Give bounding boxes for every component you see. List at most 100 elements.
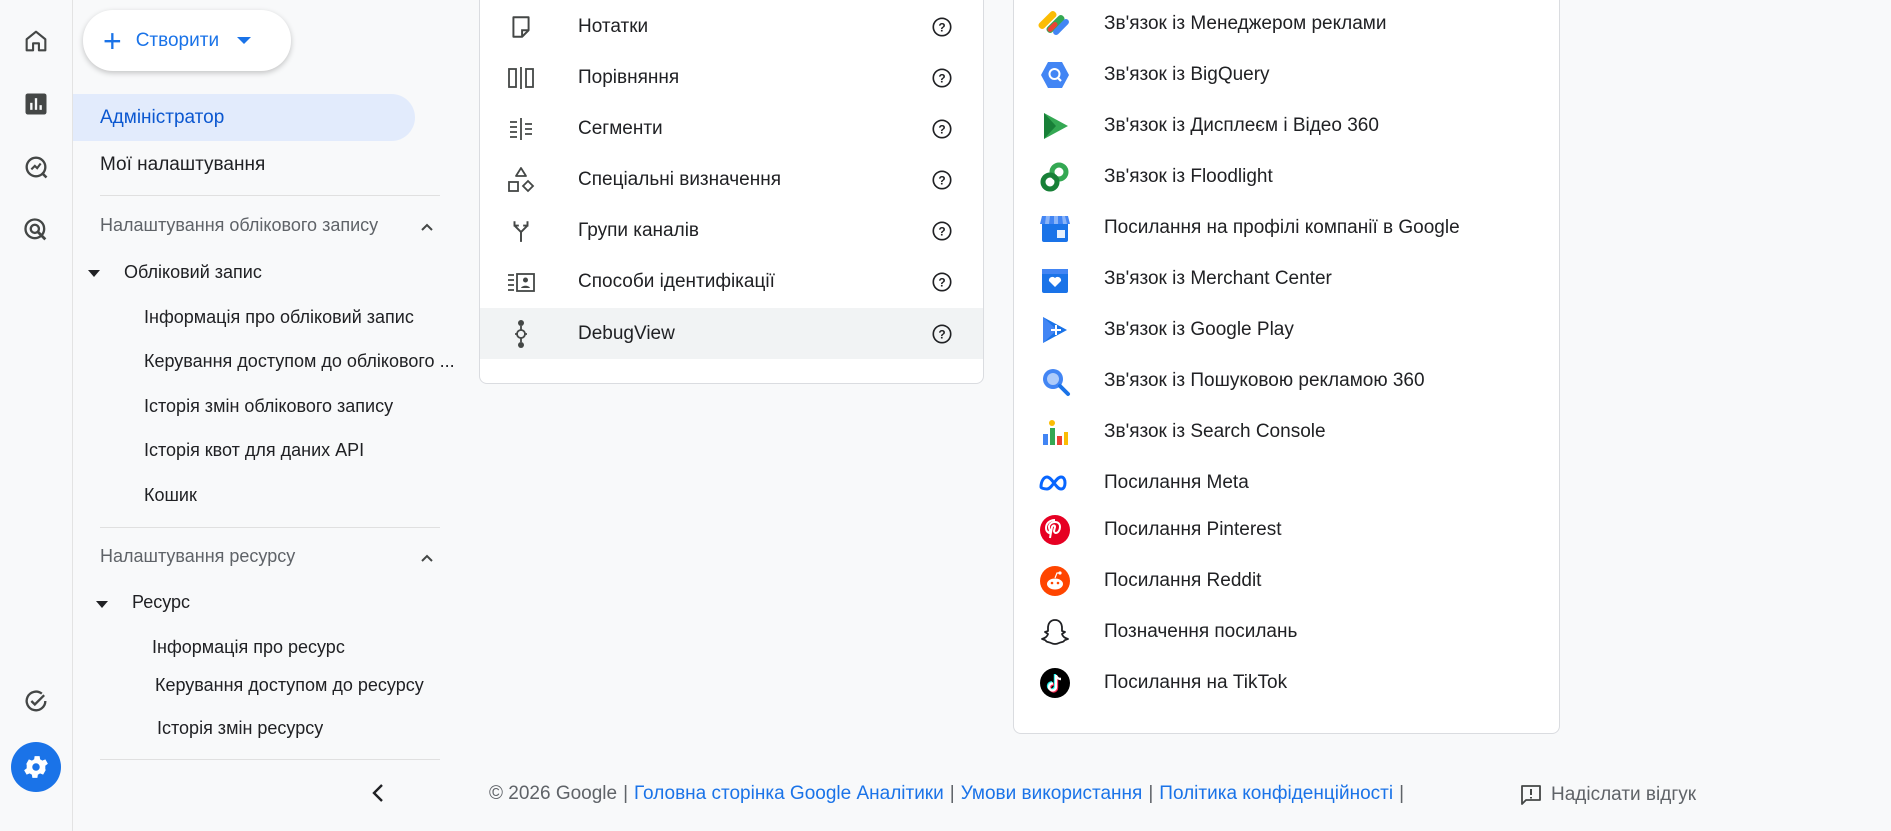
list-item-tiktok-link[interactable]: Посилання на TikTok bbox=[1014, 663, 1559, 703]
list-item-custom-definitions[interactable]: Спеціальні визначення ? bbox=[480, 154, 983, 205]
checkmark-circle-icon[interactable] bbox=[16, 681, 56, 721]
list-item-pinterest-link[interactable]: Посилання Pinterest bbox=[1014, 510, 1559, 550]
list-item-comparisons[interactable]: Порівняння ? bbox=[480, 52, 983, 103]
help-icon[interactable]: ? bbox=[931, 169, 953, 191]
caret-down-icon[interactable] bbox=[88, 270, 100, 277]
nav-item-admin[interactable]: Адміністратор bbox=[73, 94, 415, 141]
advertising-icon[interactable] bbox=[16, 210, 56, 250]
admin-gear-icon[interactable] bbox=[11, 742, 61, 792]
feedback-icon bbox=[1521, 785, 1541, 805]
notes-icon bbox=[506, 12, 536, 42]
list-item-label: Спеціальні визначення bbox=[578, 168, 782, 190]
pinterest-icon bbox=[1038, 513, 1072, 547]
list-item-meta-link[interactable]: Посилання Meta bbox=[1014, 463, 1559, 503]
collapse-nav-button[interactable] bbox=[363, 778, 393, 808]
svg-text:?: ? bbox=[938, 20, 945, 34]
footer: © 2026 Google | Головна сторінка Google … bbox=[489, 783, 1410, 805]
nav-item-account-info[interactable]: Інформація про обліковий запис bbox=[144, 307, 414, 328]
divider bbox=[100, 195, 440, 196]
list-item-label: Зв'язок із BigQuery bbox=[1104, 64, 1270, 85]
icon-rail bbox=[0, 0, 73, 831]
home-icon[interactable] bbox=[16, 21, 56, 61]
segments-icon bbox=[506, 114, 536, 144]
help-icon[interactable]: ? bbox=[931, 67, 953, 89]
nav-item-api-quota[interactable]: Історія квот для даних API bbox=[144, 440, 364, 461]
list-item-label: Посилання Reddit bbox=[1104, 570, 1262, 591]
account-settings-header[interactable]: Налаштування облікового запису bbox=[100, 215, 378, 236]
chevron-left-icon bbox=[372, 784, 383, 802]
nav-item-property-history[interactable]: Історія змін ресурсу bbox=[157, 718, 323, 739]
explore-icon[interactable] bbox=[16, 147, 56, 187]
list-item-reporting-identity[interactable]: Способи ідентифікації ? bbox=[480, 256, 983, 307]
list-item-bigquery-link[interactable]: Зв'язок із BigQuery bbox=[1014, 55, 1559, 95]
help-icon[interactable]: ? bbox=[931, 323, 953, 345]
meta-icon bbox=[1038, 466, 1072, 500]
list-item-snapchat-link[interactable]: Позначення посилань bbox=[1014, 612, 1559, 652]
list-item-label: DebugView bbox=[578, 322, 675, 344]
list-item-label: Нотатки bbox=[578, 15, 649, 37]
tiktok-icon bbox=[1038, 666, 1072, 700]
footer-link-analytics-home[interactable]: Головна сторінка Google Аналітики bbox=[634, 783, 944, 805]
chevron-up-icon[interactable] bbox=[420, 220, 434, 234]
list-item-label: Зв'язок із Search Console bbox=[1104, 421, 1326, 442]
nav-item-account-history[interactable]: Історія змін облікового запису bbox=[144, 396, 393, 417]
chevron-up-icon[interactable] bbox=[420, 551, 434, 565]
property-settings-header[interactable]: Налаштування ресурсу bbox=[100, 546, 295, 567]
help-icon[interactable]: ? bbox=[931, 118, 953, 140]
help-icon[interactable]: ? bbox=[931, 220, 953, 242]
nav-item-property-info[interactable]: Інформація про ресурс bbox=[152, 637, 345, 658]
list-item-notes[interactable]: Нотатки ? bbox=[480, 1, 983, 52]
footer-link-privacy[interactable]: Політика конфіденційності bbox=[1159, 783, 1393, 805]
footer-separator: | bbox=[1399, 783, 1405, 804]
footer-separator: | bbox=[1148, 783, 1154, 804]
nav-item-my-settings[interactable]: Мої налаштування bbox=[100, 154, 265, 176]
svg-text:?: ? bbox=[938, 71, 945, 85]
list-item-search-console-link[interactable]: Зв'язок із Search Console bbox=[1014, 412, 1559, 452]
caret-down-icon[interactable] bbox=[96, 601, 108, 608]
send-feedback-button[interactable]: Надіслати відгук bbox=[1519, 783, 1696, 807]
list-item-google-play-link[interactable]: Зв'язок із Google Play bbox=[1014, 310, 1559, 350]
list-item-dv360-link[interactable]: Зв'язок із Дисплеєм і Відео 360 bbox=[1014, 106, 1559, 146]
list-item-search-ads-360-link[interactable]: Зв'язок із Пошуковою рекламою 360 bbox=[1014, 361, 1559, 401]
list-item-label: Зв'язок із Менеджером реклами bbox=[1104, 13, 1387, 34]
list-item-debugview[interactable]: DebugView ? bbox=[480, 308, 983, 359]
debugview-icon bbox=[506, 319, 536, 349]
merchant-center-icon bbox=[1038, 262, 1072, 296]
nav-item-property-access[interactable]: Керування доступом до ресурсу bbox=[155, 675, 424, 696]
list-item-google-ads-link[interactable]: Зв'язок із Менеджером реклами bbox=[1014, 4, 1559, 44]
list-item-merchant-center-link[interactable]: Зв'язок із Merchant Center bbox=[1014, 259, 1559, 299]
list-item-label: Зв'язок із Merchant Center bbox=[1104, 268, 1332, 289]
reports-icon[interactable] bbox=[16, 84, 56, 124]
svg-text:?: ? bbox=[938, 173, 945, 187]
shapes-icon bbox=[506, 165, 536, 195]
copyright-text: © 2026 Google bbox=[489, 783, 618, 804]
help-icon[interactable]: ? bbox=[931, 271, 953, 293]
account-group[interactable]: Обліковий запис bbox=[124, 262, 262, 283]
product-links-card: Зв'язок із Менеджером реклами Зв'язок із… bbox=[1013, 0, 1560, 734]
svg-text:?: ? bbox=[938, 224, 945, 238]
list-item-reddit-link[interactable]: Посилання Reddit bbox=[1014, 561, 1559, 601]
list-item-segments[interactable]: Сегменти ? bbox=[480, 103, 983, 154]
list-item-channel-groups[interactable]: Групи каналів ? bbox=[480, 205, 983, 256]
list-item-label: Зв'язок із Google Play bbox=[1104, 319, 1294, 340]
list-item-floodlight-link[interactable]: Зв'язок із Floodlight bbox=[1014, 157, 1559, 197]
list-item-label: Способи ідентифікації bbox=[578, 270, 775, 292]
nav-item-trash[interactable]: Кошик bbox=[144, 485, 197, 506]
list-item-business-profile-link[interactable]: Посилання на профілі компанії в Google bbox=[1014, 208, 1559, 248]
help-icon[interactable]: ? bbox=[931, 16, 953, 38]
svg-text:?: ? bbox=[938, 275, 945, 289]
svg-text:?: ? bbox=[938, 327, 945, 341]
nav-item-account-access[interactable]: Керування доступом до облікового ... bbox=[144, 351, 462, 372]
list-item-label: Зв'язок із Пошуковою рекламою 360 bbox=[1104, 370, 1425, 391]
comparison-icon bbox=[506, 63, 536, 93]
list-item-label: Позначення посилань bbox=[1104, 621, 1298, 642]
list-item-label: Порівняння bbox=[578, 66, 680, 88]
property-group[interactable]: Ресурс bbox=[132, 592, 190, 613]
chevron-down-icon bbox=[237, 37, 252, 44]
footer-separator: | bbox=[623, 783, 629, 804]
svg-text:?: ? bbox=[938, 122, 945, 136]
list-item-label: Посилання на профілі компанії в Google bbox=[1104, 217, 1460, 238]
list-item-label: Групи каналів bbox=[578, 219, 700, 241]
footer-link-terms[interactable]: Умови використання bbox=[961, 783, 1143, 805]
create-button[interactable]: + Створити bbox=[83, 10, 291, 71]
